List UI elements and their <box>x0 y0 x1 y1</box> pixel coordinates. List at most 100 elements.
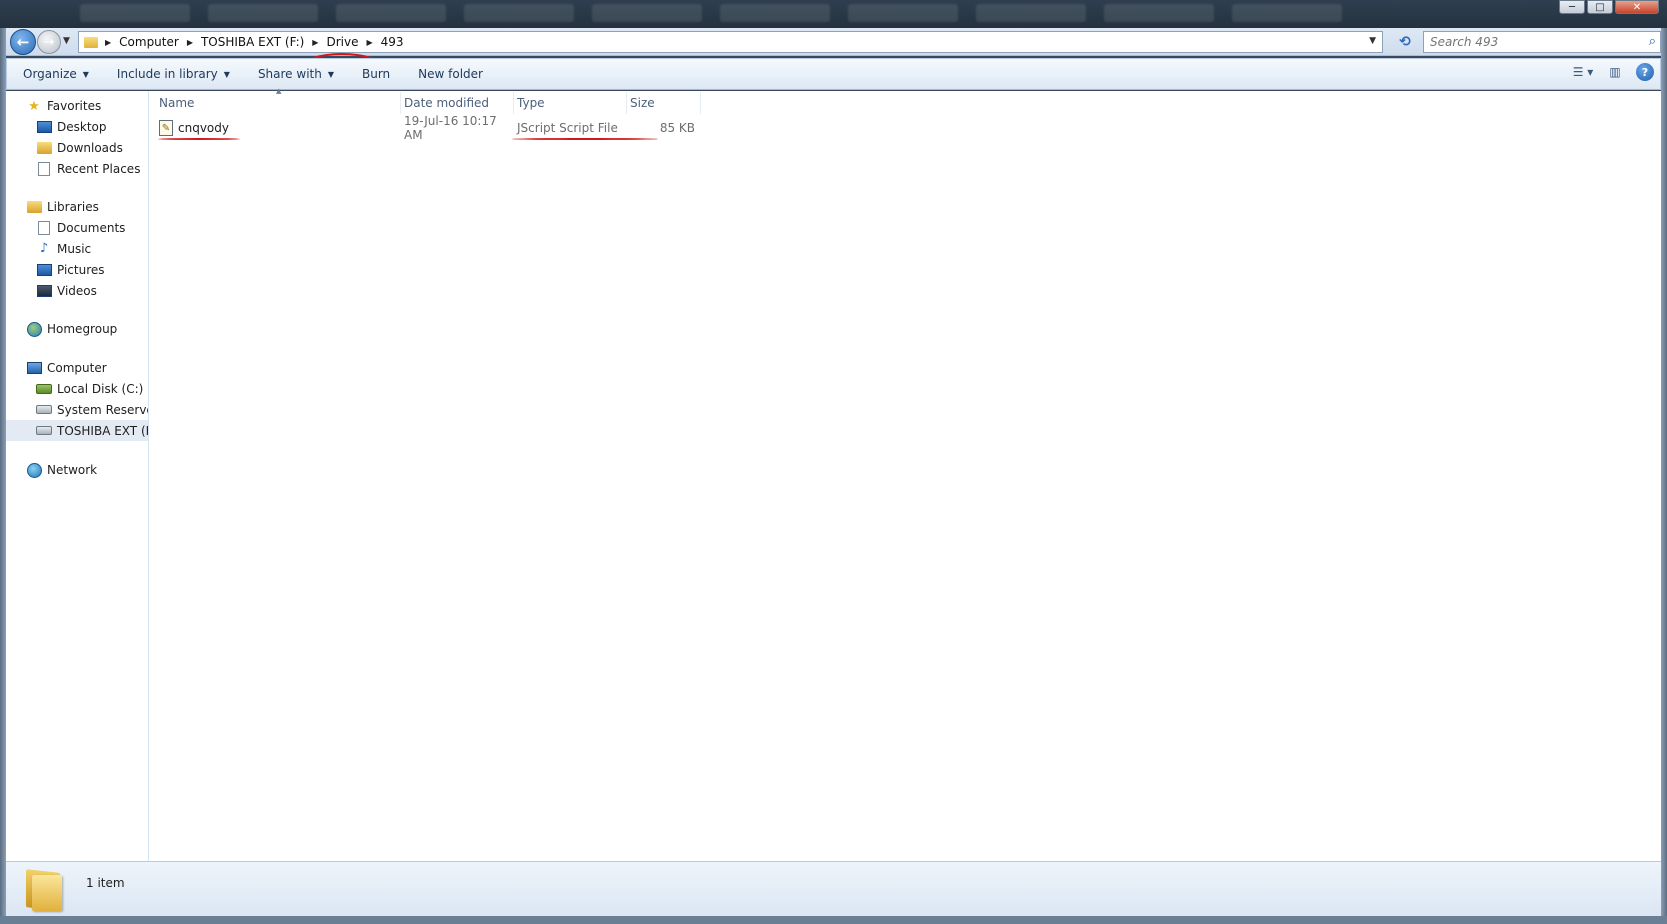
window-frame <box>0 28 6 924</box>
column-type[interactable]: Type <box>514 92 627 114</box>
title-bar: ─ □ ✕ <box>0 0 1667 28</box>
nav-item-music[interactable]: ♪ Music <box>6 238 148 259</box>
main-area: ★ Favorites Desktop Downloads Recent Plac… <box>6 87 1661 861</box>
column-name[interactable]: Name ▲ <box>156 87 401 114</box>
search-box[interactable]: ⌕ <box>1423 31 1661 53</box>
include-in-library-button[interactable]: Include in library ▼ <box>105 61 242 87</box>
include-label: Include in library <box>116 67 218 81</box>
refresh-button[interactable]: ⟲ <box>1395 33 1415 51</box>
videos-icon <box>36 283 52 299</box>
drive-icon <box>36 423 52 439</box>
nav-network[interactable]: Network <box>6 460 148 480</box>
crumb-drive[interactable]: Drive <box>325 35 359 49</box>
nav-label: Homegroup <box>47 322 118 336</box>
file-row[interactable]: ✎ cnqvody 19-Jul-16 10:17 AM JScript Scri… <box>156 114 701 142</box>
close-button[interactable]: ✕ <box>1615 0 1659 14</box>
maximize-button[interactable]: □ <box>1587 0 1613 14</box>
file-name: cnqvody <box>178 121 229 135</box>
nav-label: Recent Places <box>57 161 141 176</box>
file-name-cell[interactable]: ✎ cnqvody <box>156 120 401 136</box>
organize-button[interactable]: Organize ▼ <box>11 61 101 87</box>
music-icon: ♪ <box>39 241 49 256</box>
local-disk-icon <box>36 381 52 397</box>
desktop-icon <box>36 119 52 135</box>
nav-item-system-reserved[interactable]: System Reserved <box>6 399 148 420</box>
documents-icon <box>36 220 52 236</box>
folder-icon <box>26 867 64 911</box>
breadcrumb[interactable]: ▶ Computer ▶ TOSHIBA EXT (F:) ▶ Drive ▶ … <box>78 31 1383 53</box>
blurred-item <box>208 4 318 22</box>
change-view-icon[interactable]: ☰ ▾ <box>1572 63 1594 81</box>
file-date-cell: 19-Jul-16 10:17 AM <box>404 114 497 142</box>
blurred-item <box>720 4 830 22</box>
preview-pane-icon[interactable]: ▥ <box>1604 63 1626 81</box>
script-file-icon: ✎ <box>159 120 173 136</box>
blurred-item <box>464 4 574 22</box>
recent-places-icon <box>36 161 52 177</box>
minimize-button[interactable]: ─ <box>1559 0 1585 14</box>
search-icon[interactable]: ⌕ <box>1649 34 1656 49</box>
column-header: Name ▲ Date modified Type Size <box>156 87 701 114</box>
back-button[interactable]: ← <box>10 29 36 55</box>
burn-button[interactable]: Burn <box>350 61 402 87</box>
nav-item-desktop[interactable]: Desktop <box>6 116 148 137</box>
nav-item-videos[interactable]: Videos <box>6 280 148 301</box>
caret-down-icon: ▼ <box>327 69 334 79</box>
nav-label: Computer <box>47 361 107 375</box>
chevron-right-icon[interactable]: ▶ <box>105 38 111 47</box>
blurred-item <box>848 4 958 22</box>
share-with-button[interactable]: Share with ▼ <box>246 61 346 87</box>
column-date-modified[interactable]: Date modified <box>401 92 514 114</box>
blurred-item <box>976 4 1086 22</box>
organize-label: Organize <box>23 67 77 81</box>
share-label: Share with <box>257 67 322 81</box>
nav-favorites[interactable]: ★ Favorites <box>6 96 148 116</box>
command-bar: Organize ▼ Include in library ▼ Share with… <box>6 58 1661 90</box>
nav-item-local-disk-c[interactable]: Local Disk (C:) <box>6 378 148 399</box>
forward-button[interactable]: → <box>37 30 61 54</box>
nav-libraries[interactable]: Libraries <box>6 197 148 217</box>
libraries-icon <box>26 199 42 215</box>
blurred-item <box>592 4 702 22</box>
blurred-taskbar-items <box>80 4 1342 22</box>
downloads-folder-icon <box>36 140 52 156</box>
recent-pages-dropdown[interactable]: ▼ <box>63 36 70 46</box>
nav-computer[interactable]: Computer <box>6 358 148 378</box>
red-underline-annotation <box>158 138 240 140</box>
nav-label: Pictures <box>57 262 105 277</box>
pictures-icon <box>36 262 52 278</box>
chevron-right-icon[interactable]: ▶ <box>312 38 318 47</box>
file-size-cell: 85 KB <box>659 121 695 135</box>
help-icon[interactable]: ? <box>1636 63 1654 81</box>
blurred-item <box>1104 4 1214 22</box>
nav-item-documents[interactable]: Documents <box>6 217 148 238</box>
nav-item-downloads[interactable]: Downloads <box>6 137 148 158</box>
file-list: Name ▲ Date modified Type Size ✎ cnqvody 1… <box>149 87 1661 861</box>
nav-label: Music <box>57 241 92 256</box>
new-folder-button[interactable]: New folder <box>406 61 495 87</box>
column-size[interactable]: Size <box>627 92 701 114</box>
blurred-item <box>1232 4 1342 22</box>
chevron-right-icon[interactable]: ▶ <box>187 38 193 47</box>
crumb-computer[interactable]: Computer <box>118 35 180 49</box>
folder-icon <box>84 36 98 48</box>
nav-item-toshiba-ext[interactable]: TOSHIBA EXT (F:) <box>6 420 148 441</box>
red-underline-annotation <box>512 138 658 140</box>
nav-item-recent-places[interactable]: Recent Places <box>6 158 148 179</box>
nav-item-pictures[interactable]: Pictures <box>6 259 148 280</box>
navigation-pane: ★ Favorites Desktop Downloads Recent Plac… <box>6 91 149 861</box>
address-bar: ← → ▼ ▶ Computer ▶ TOSHIBA EXT (F:) ▶ Dr… <box>0 28 1667 83</box>
arrow-right-icon: → <box>43 34 55 50</box>
toolbar-right: ☰ ▾ ▥ ? <box>1572 63 1654 81</box>
homegroup-icon <box>26 321 42 337</box>
chevron-right-icon[interactable]: ▶ <box>366 38 372 47</box>
sort-ascending-icon: ▲ <box>276 87 282 95</box>
window-frame <box>0 916 1667 924</box>
nav-label: System Reserved <box>57 402 148 417</box>
nav-homegroup[interactable]: Homegroup <box>6 319 148 339</box>
search-input[interactable] <box>1424 32 1624 52</box>
refresh-icon: ⟲ <box>1399 34 1411 50</box>
chevron-down-icon[interactable]: ▼ <box>1369 36 1376 46</box>
crumb-493[interactable]: 493 <box>380 35 405 49</box>
crumb-toshiba[interactable]: TOSHIBA EXT (F:) <box>200 35 305 49</box>
